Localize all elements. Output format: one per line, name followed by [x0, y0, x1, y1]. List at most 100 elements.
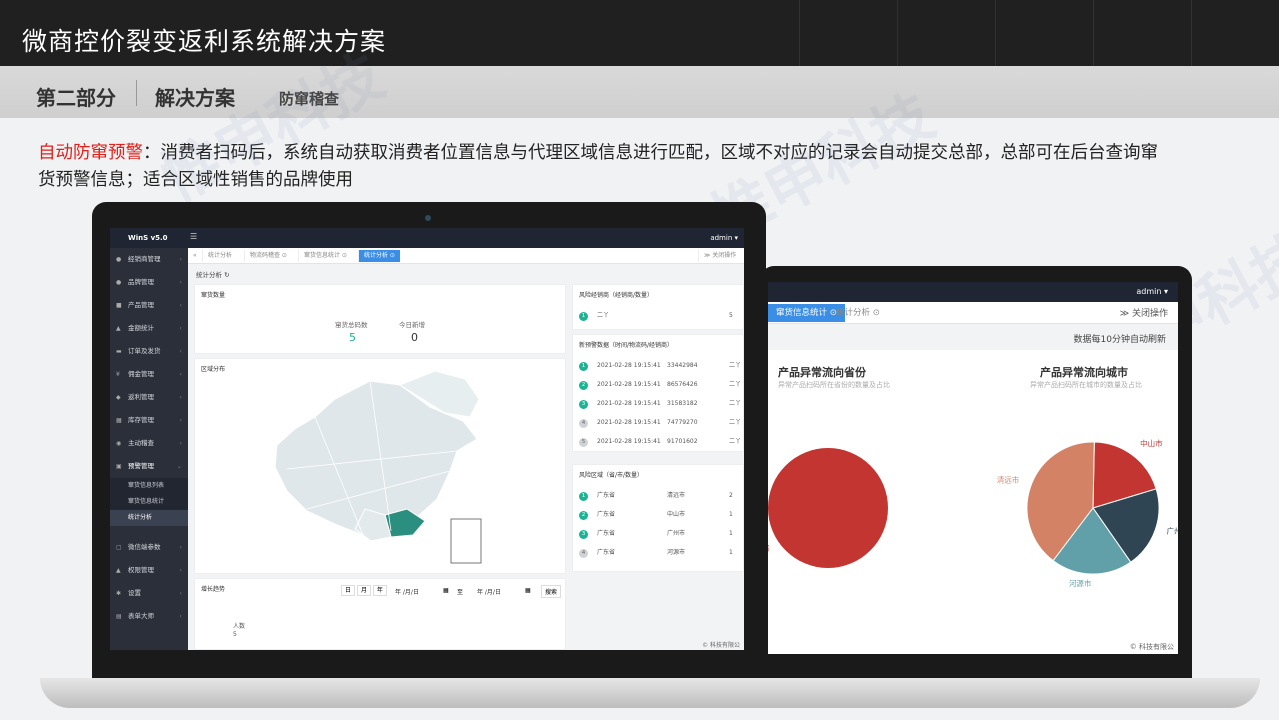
kpi-today-value: 0 [411, 331, 418, 344]
laptop-base [40, 678, 1260, 708]
footer-copyright: © 科技有限公 [1129, 643, 1174, 651]
sidebar-item[interactable]: ■ 产品管理 ‹ [110, 294, 188, 317]
date-separator: 至 [457, 589, 464, 596]
hamburger-icon[interactable]: ☰ [190, 232, 197, 241]
table-row[interactable]: 1 2021-02-28 19:15:41 33442984 二丫 [579, 359, 743, 373]
tab-analysis-active[interactable]: 统计分析 ⊙ [358, 250, 400, 262]
day-button[interactable]: 日 [341, 585, 356, 596]
table-row[interactable]: 4 广东省 河源市 1 [579, 546, 743, 560]
sidebar-item[interactable]: ● 经销商管理 ‹ [110, 248, 188, 271]
trend-yvalue: 5 [233, 631, 237, 638]
camera-icon [425, 215, 431, 221]
sidebar-item[interactable]: ◉ 主动稽查 ‹ [110, 432, 188, 455]
sidebar-item[interactable]: ▲ 金额统计 ‹ [110, 317, 188, 340]
tab-analysis[interactable]: 统计分析 [202, 250, 237, 262]
tab-prev-icon[interactable]: « [188, 250, 202, 262]
sidebar-item[interactable]: ▢ 微信端参数 ‹ [110, 536, 188, 559]
risk-region-title: 风险区域（省/市/数量） [579, 472, 644, 479]
risk-dealer-card: 风险经销商（经销商/数量） 1 二丫 5 [572, 284, 744, 330]
close-ops-button[interactable]: ≫ 关闭操作 [1120, 306, 1168, 319]
trend-card: 增长趋势 日 月 年 年 /月/日 ▦ 至 年 /月/日 ▦ 搜索 人数 5 [194, 578, 566, 650]
admin-menu[interactable]: admin ▾ [710, 234, 738, 242]
gear-icon: ✱ [116, 590, 122, 597]
app2-topbar: admin ▾ [768, 282, 1178, 302]
close-ops-button[interactable]: ≫ 关闭操作 [698, 250, 741, 262]
slide: 微商控价裂变返利系统解决方案 第二部分 解决方案 防窜稽查 自动防窜预警：消费者… [0, 0, 1279, 720]
part-label: 第二部分 [36, 86, 116, 110]
kpi-total-value: 5 [349, 331, 356, 344]
app-logo: WinS v5.0 [128, 234, 168, 242]
sidebar-subitem-active[interactable]: 统计分析 [110, 510, 188, 526]
calendar-icon[interactable]: ▦ [525, 587, 531, 594]
table-row[interactable]: 1 广东省 清远市 2 [579, 489, 743, 503]
map-inset-south-sea [450, 518, 482, 564]
risk-region-card: 风险区域（省/市/数量） 1 广东省 清远市 2 2 广东省 中山市 1 3 广东省 广州市 1 … [572, 464, 744, 572]
sidebar-item[interactable]: ▦ 库存管理 ‹ [110, 409, 188, 432]
pie-label: 广东省 [768, 542, 770, 552]
header-decoration [799, 0, 1279, 66]
search-button[interactable]: 搜索 [541, 585, 562, 598]
inspect-icon: ◉ [116, 440, 122, 447]
map-card: 区域分布 [194, 358, 566, 574]
sidebar-item[interactable]: ▣ 预警管理 ⌄ [110, 455, 188, 478]
kpi-card: 窜货数量 窜货总码数 5 今日新增 0 [194, 284, 566, 354]
date-to-input[interactable]: 年 /月/日 [477, 587, 501, 596]
risk-dealer-title: 风险经销商（经销商/数量） [579, 292, 654, 299]
app2-tabs: 窜货信息统计 ⊙ 统计分析 ⊙ ≫ 关闭操作 [768, 302, 1178, 324]
sidebar: ● 经销商管理 ‹ ● 品牌管理 ‹ ■ 产品管理 ‹ ▲ 金额统计 ‹ ▬ 订单及发货 ‹ ¥ 佣金… [110, 248, 188, 650]
pie-card: 产品异常流向省份 异常产品扫码所在省份的数量及占比 产品异常流向城市 异常产品扫… [768, 350, 1178, 654]
app1-tabs: « 统计分析 物流码稽查 ⊙ 窜货信息统计 ⊙ 统计分析 ⊙ ≫ 关闭操作 [188, 248, 744, 264]
new-alert-title: 新预警数据（时间/物流码/经销商） [579, 342, 674, 349]
month-button[interactable]: 月 [356, 585, 371, 596]
section-bar: 第二部分 解决方案 防窜稽查 [0, 66, 1279, 118]
china-map [274, 370, 482, 564]
chart-icon: ▲ [116, 325, 121, 332]
sidebar-subitem[interactable]: 窜货信息列表 [110, 478, 188, 494]
pie-label: 中山市 [1140, 438, 1163, 448]
kpi-card-title: 窜货数量 [201, 292, 226, 299]
sidebar-subitem[interactable]: 窜货信息统计 [110, 494, 188, 510]
pie-label: 广州市 [1167, 526, 1178, 536]
footer-copyright: © 科技有限公 [702, 642, 740, 649]
sidebar-item[interactable]: ▤ 表单大师 ‹ [110, 605, 188, 628]
pie-slice[interactable] [768, 448, 888, 568]
box-icon: ■ [116, 302, 122, 309]
alert-icon: ▣ [116, 463, 122, 470]
refresh-note: 数据每10分钟自动刷新 [1073, 335, 1166, 345]
date-from-input[interactable]: 年 /月/日 [395, 587, 419, 596]
form-icon: ▤ [116, 613, 122, 620]
header-bar: 微商控价裂变返利系统解决方案 [0, 0, 1279, 66]
table-row[interactable]: 3 广东省 广州市 1 [579, 527, 743, 541]
sidebar-item[interactable]: ▬ 订单及发货 ‹ [110, 340, 188, 363]
close-ops-label: 关闭操作 [712, 252, 737, 259]
kpi-today-label: 今日新增 [399, 321, 425, 329]
sidebar-item[interactable]: ● 品牌管理 ‹ [110, 271, 188, 294]
yen-icon: ¥ [116, 371, 120, 378]
tab-alert-stats[interactable]: 窜货信息统计 ⊙ [298, 250, 352, 262]
table-row[interactable]: 4 2021-02-28 19:15:41 74779270 二丫 [579, 416, 743, 430]
stock-icon: ▦ [116, 417, 122, 424]
section-divider [136, 80, 137, 106]
user-icon: ● [116, 256, 122, 263]
tab-analysis[interactable]: 统计分析 ⊙ [828, 304, 888, 322]
admin-menu[interactable]: admin ▾ [1136, 287, 1168, 296]
table-row[interactable]: 2 广东省 中山市 1 [579, 508, 743, 522]
table-row[interactable]: 2 2021-02-28 19:15:41 86576426 二丫 [579, 378, 743, 392]
year-button[interactable]: 年 [372, 585, 387, 596]
sidebar-item[interactable]: ¥ 佣金管理 ‹ [110, 363, 188, 386]
sidebar-item[interactable]: ✱ 设置 ‹ [110, 582, 188, 605]
app1-topbar: WinS v5.0 ☰ admin ▾ [110, 228, 744, 248]
table-row[interactable]: 3 2021-02-28 19:15:41 31583182 二丫 [579, 397, 743, 411]
calendar-icon[interactable]: ▦ [443, 587, 449, 594]
kpi-total-label: 窜货总码数 [335, 321, 368, 329]
breadcrumb: 统计分析 ↻ [196, 271, 230, 279]
tab-logistics-check[interactable]: 物流码稽查 ⊙ [244, 250, 292, 262]
pie-label: 河源市 [1069, 578, 1092, 588]
sidebar-item[interactable]: ◆ 返利管理 ‹ [110, 386, 188, 409]
wechat-icon: ▢ [116, 544, 122, 551]
close-ops-label: 关闭操作 [1131, 309, 1168, 319]
sidebar-item[interactable]: ▲ 权限管理 ‹ [110, 559, 188, 582]
table-row[interactable]: 5 2021-02-28 19:15:41 91701602 二丫 [579, 435, 743, 449]
list-item[interactable]: 1 二丫 5 [579, 309, 743, 323]
rebate-icon: ◆ [116, 394, 121, 401]
